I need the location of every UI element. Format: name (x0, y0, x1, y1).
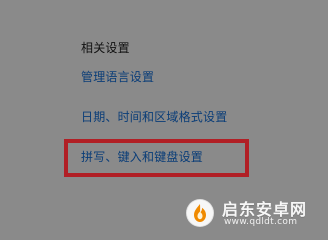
settings-screen: 相关设置 管理语言设置 日期、时间和区域格式设置 拼写、键入和键盘设置 启东安卓… (0, 0, 328, 240)
watermark-url: www.qdldt.com (224, 217, 298, 227)
date-time-region-format-settings-link[interactable]: 日期、时间和区域格式设置 (81, 108, 227, 125)
highlight-box (64, 139, 249, 177)
related-settings-heading: 相关设置 (81, 41, 130, 55)
flame-logo-icon (186, 199, 214, 227)
watermark: 启东安卓网 www.qdldt.com (180, 194, 322, 234)
manage-language-settings-link[interactable]: 管理语言设置 (81, 68, 154, 85)
